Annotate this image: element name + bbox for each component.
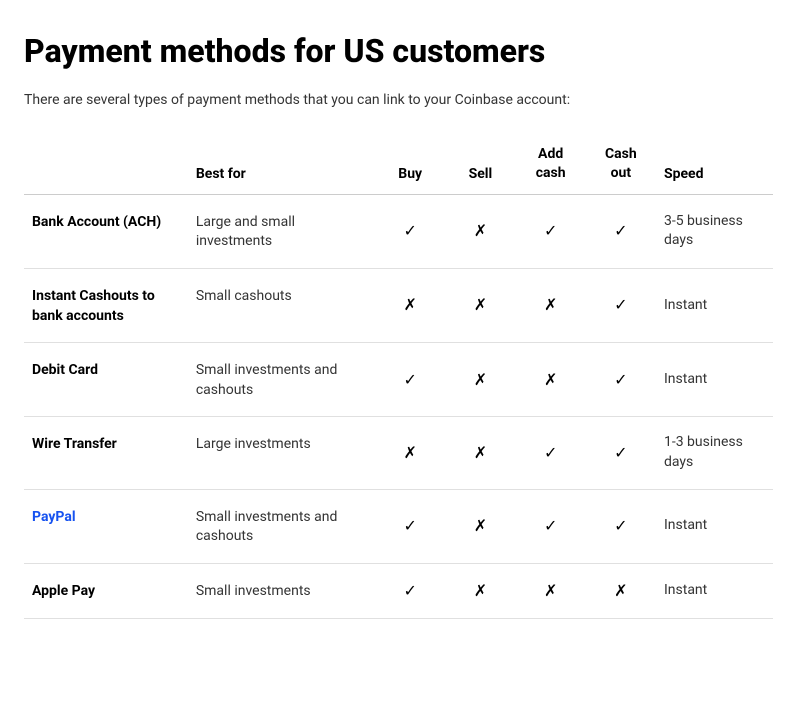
col-header-method [24, 135, 188, 194]
cross-icon: ✗ [614, 581, 627, 600]
table-row: PayPal Small investments and cashouts ✓ ✗ ✓ ✓… [24, 489, 773, 563]
table-row: Apple PaySmall investments ✓ ✗ ✗ ✗ Instant [24, 563, 773, 618]
cell-cash-out: ✓ [586, 417, 656, 489]
cell-speed: Instant [656, 489, 773, 563]
table-row: Debit CardSmall investments and cashouts… [24, 343, 773, 417]
checkmark-icon: ✓ [614, 295, 627, 314]
cross-icon: ✗ [474, 370, 487, 389]
cell-add-cash: ✗ [516, 563, 586, 618]
cell-best-for: Small investments [188, 563, 375, 618]
cell-sell: ✗ [445, 489, 515, 563]
cell-add-cash: ✓ [516, 194, 586, 268]
cell-sell: ✗ [445, 194, 515, 268]
cell-add-cash: ✓ [516, 417, 586, 489]
cross-icon: ✗ [474, 221, 487, 240]
cell-buy: ✓ [375, 343, 445, 417]
cell-sell: ✗ [445, 343, 515, 417]
col-header-speed: Speed [656, 135, 773, 194]
checkmark-icon: ✓ [544, 221, 557, 240]
cell-method[interactable]: PayPal [24, 489, 188, 563]
checkmark-icon: ✓ [404, 516, 417, 535]
payment-methods-table: Best for Buy Sell Add cash Cash out Spee… [24, 135, 773, 619]
cell-sell: ✗ [445, 563, 515, 618]
page-subtitle: There are several types of payment metho… [24, 90, 773, 111]
cell-method: Apple Pay [24, 563, 188, 618]
checkmark-icon: ✓ [544, 516, 557, 535]
cell-speed: 3-5 business days [656, 194, 773, 268]
page-title: Payment methods for US customers [24, 32, 773, 70]
col-header-sell: Sell [445, 135, 515, 194]
cell-cash-out: ✓ [586, 489, 656, 563]
cell-cash-out: ✓ [586, 194, 656, 268]
cell-method: Debit Card [24, 343, 188, 417]
cell-sell: ✗ [445, 268, 515, 342]
cell-method: Wire Transfer [24, 417, 188, 489]
cell-add-cash: ✗ [516, 343, 586, 417]
cross-icon: ✗ [474, 581, 487, 600]
cross-icon: ✗ [544, 581, 557, 600]
checkmark-icon: ✓ [544, 443, 557, 462]
table-row: Wire TransferLarge investments ✗ ✗ ✓ ✓ 1-3 bu… [24, 417, 773, 489]
cell-add-cash: ✗ [516, 268, 586, 342]
cell-buy: ✓ [375, 563, 445, 618]
cell-speed: Instant [656, 268, 773, 342]
table-row: Bank Account (ACH)Large and small invest… [24, 194, 773, 268]
cell-best-for: Small investments and cashouts [188, 343, 375, 417]
col-header-buy: Buy [375, 135, 445, 194]
cell-buy: ✓ [375, 489, 445, 563]
checkmark-icon: ✓ [614, 221, 627, 240]
checkmark-icon: ✓ [404, 370, 417, 389]
cross-icon: ✗ [544, 370, 557, 389]
cell-speed: 1-3 business days [656, 417, 773, 489]
cell-cash-out: ✓ [586, 343, 656, 417]
table-header-row: Best for Buy Sell Add cash Cash out Spee… [24, 135, 773, 194]
table-row: Instant Cashouts to bank accountsSmall c… [24, 268, 773, 342]
cell-best-for: Large and small investments [188, 194, 375, 268]
cell-buy: ✗ [375, 417, 445, 489]
checkmark-icon: ✓ [614, 370, 627, 389]
checkmark-icon: ✓ [614, 443, 627, 462]
cell-best-for: Small investments and cashouts [188, 489, 375, 563]
col-header-best-for: Best for [188, 135, 375, 194]
cell-speed: Instant [656, 563, 773, 618]
cross-icon: ✗ [474, 516, 487, 535]
col-header-cash-out: Cash out [586, 135, 656, 194]
cross-icon: ✗ [474, 295, 487, 314]
payment-method-link[interactable]: PayPal [32, 509, 76, 525]
cell-method: Bank Account (ACH) [24, 194, 188, 268]
cell-sell: ✗ [445, 417, 515, 489]
checkmark-icon: ✓ [404, 221, 417, 240]
cell-cash-out: ✗ [586, 563, 656, 618]
cell-best-for: Small cashouts [188, 268, 375, 342]
cell-buy: ✗ [375, 268, 445, 342]
cell-cash-out: ✓ [586, 268, 656, 342]
cell-method: Instant Cashouts to bank accounts [24, 268, 188, 342]
cell-speed: Instant [656, 343, 773, 417]
cell-add-cash: ✓ [516, 489, 586, 563]
col-header-add-cash: Add cash [516, 135, 586, 194]
cross-icon: ✗ [404, 443, 417, 462]
checkmark-icon: ✓ [614, 516, 627, 535]
cross-icon: ✗ [544, 295, 557, 314]
cross-icon: ✗ [474, 443, 487, 462]
cell-best-for: Large investments [188, 417, 375, 489]
cross-icon: ✗ [404, 295, 417, 314]
checkmark-icon: ✓ [404, 581, 417, 600]
cell-buy: ✓ [375, 194, 445, 268]
